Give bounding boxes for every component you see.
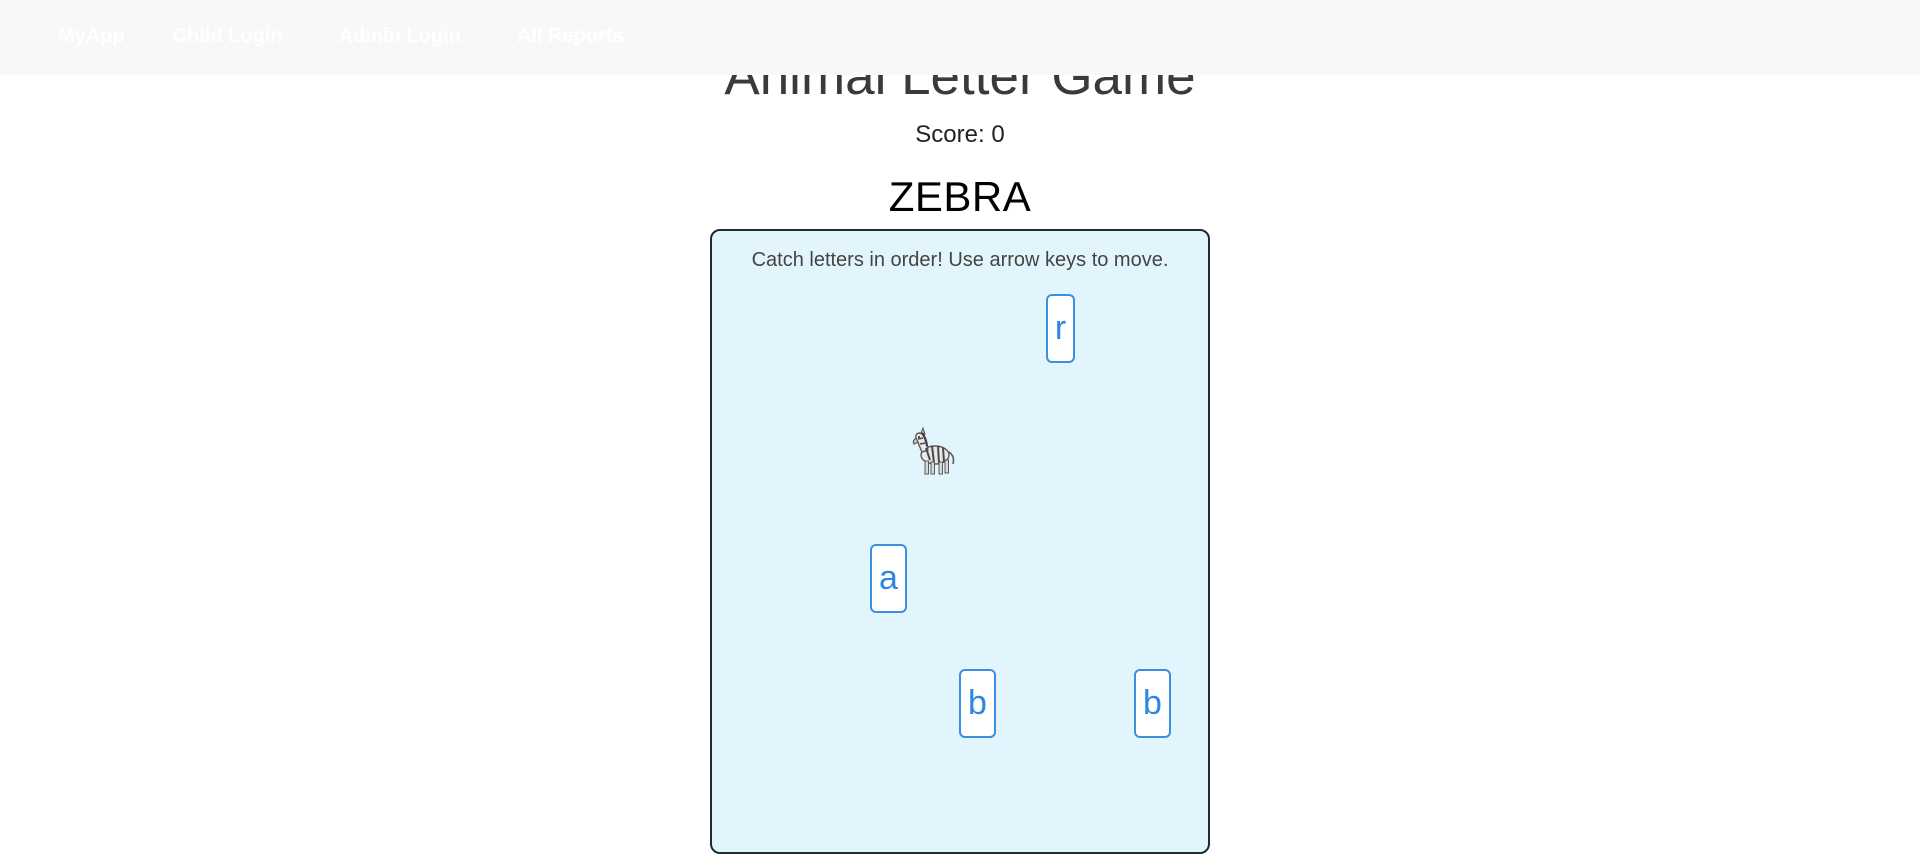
nav-brand-link[interactable]: MyApp [58,25,125,48]
letter-tile[interactable]: b [1134,669,1171,738]
target-word: ZEBRA [888,173,1032,220]
navbar: MyApp Child Login Admin Login All Report… [0,0,1920,75]
letter-tile[interactable]: r [1046,294,1075,363]
letter-tile[interactable]: b [959,669,996,738]
zebra-icon[interactable] [906,426,960,480]
game-board[interactable]: Catch letters in order! Use arrow keys t… [710,229,1210,854]
game-instructions: Catch letters in order! Use arrow keys t… [751,249,1169,271]
nav-admin-login-link[interactable]: Admin Login [339,25,461,48]
zebra-player-graphic [912,426,955,475]
score-display: Score: 0 [915,121,1005,148]
nav-child-login-link[interactable]: Child Login [173,25,283,48]
nav-all-reports-link[interactable]: All Reports [517,25,624,48]
letter-tile[interactable]: a [870,544,907,613]
page: MyApp Child Login Admin Login All Report… [0,0,1920,868]
